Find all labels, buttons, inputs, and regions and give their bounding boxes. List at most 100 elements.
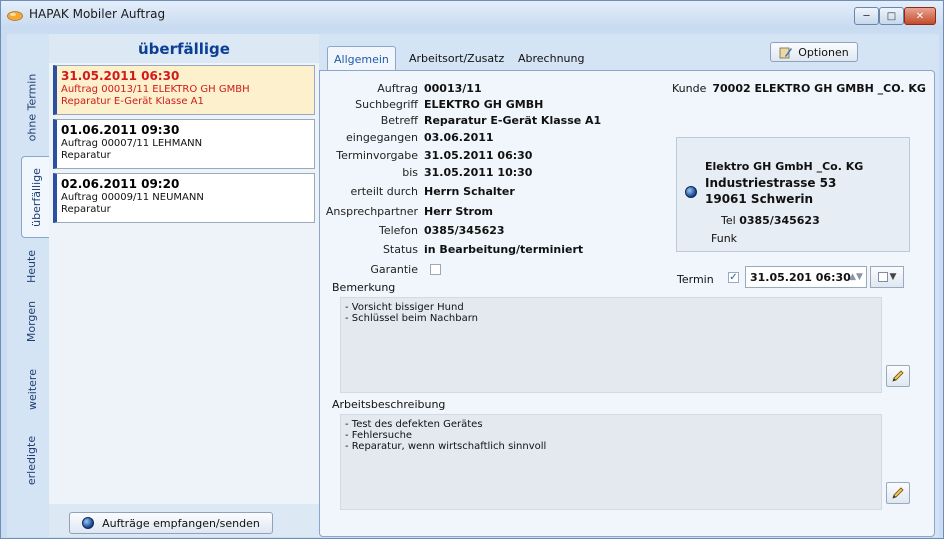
tel-value: 0385/345623 — [739, 214, 820, 227]
order-line: Auftrag 00007/11 LEHMANN — [61, 138, 203, 149]
order-datetime: 02.06.2011 09:20 — [61, 177, 180, 191]
field-status: Status in Bearbeitung/terminiert — [320, 243, 660, 259]
tab-label: Heute — [25, 249, 39, 283]
arbeitsbeschreibung-memo[interactable]: - Test des defekten Gerätes - Fehlersuch… — [340, 414, 882, 510]
maximize-button[interactable]: □ — [879, 7, 904, 25]
order-datetime: 31.05.2011 06:30 — [61, 69, 180, 83]
title-bar[interactable]: HAPAK Mobiler Auftrag ─ □ ✕ — [1, 1, 943, 29]
field-value: ELEKTRO GH GMBH — [424, 98, 544, 111]
field-label: Garantie — [370, 263, 418, 276]
edit-bemerkung-button[interactable] — [886, 365, 910, 387]
tab-content-allgemein: Auftrag 00013/11 Suchbegriff ELEKTRO GH … — [319, 70, 935, 537]
app-logo-icon — [7, 11, 23, 21]
bemerkung-label: Bemerkung — [332, 281, 396, 294]
customer-line: Kunde 70002 ELEKTRO GH GMBH _CO. KG — [672, 82, 926, 95]
field-label: Terminvorgabe — [336, 149, 418, 162]
field-suchbegriff: Suchbegriff ELEKTRO GH GMBH — [320, 98, 660, 114]
customer-address-box: Elektro GH GmbH _Co. KG Industriestrasse… — [676, 137, 910, 252]
close-button[interactable]: ✕ — [904, 7, 936, 25]
pencil-icon — [892, 370, 904, 382]
tab-heute[interactable]: Heute — [19, 246, 45, 286]
memo-line: - Reparatur, wenn wirtschaftlich sinnvol… — [345, 441, 547, 452]
order-item[interactable]: 01.06.2011 09:30 Auftrag 00007/11 LEHMAN… — [53, 119, 315, 169]
field-ansprechpartner: Ansprechpartner Herr Strom — [320, 205, 660, 221]
detail-panel: Allgemein Arbeitsort/Zusatz Abrechnung O… — [319, 34, 939, 537]
order-item[interactable]: 02.06.2011 09:20 Auftrag 00009/11 NEUMAN… — [53, 173, 315, 223]
tab-label: Abrechnung — [518, 52, 585, 65]
field-value: 0385/345623 — [424, 224, 505, 237]
tab-label: weitere — [25, 368, 39, 410]
field-terminvorgabe: Terminvorgabe 31.05.2011 06:30 — [320, 149, 660, 165]
field-label: bis — [402, 166, 418, 179]
field-erteilt-durch: erteilt durch Herrn Schalter — [320, 185, 660, 201]
termin-checkbox[interactable]: ✓ — [728, 272, 739, 283]
tab-arbeitsort-zusatz[interactable]: Arbeitsort/Zusatz — [403, 46, 510, 70]
tab-erledigte[interactable]: erledigte — [19, 430, 45, 490]
field-label: Ansprechpartner — [325, 205, 418, 218]
minimize-icon: ─ — [863, 10, 870, 22]
chevron-down-icon: ▼ — [889, 272, 897, 282]
bemerkung-memo[interactable]: - Vorsicht bissiger Hund - Schlüssel bei… — [340, 297, 882, 393]
tab-label: Allgemein — [334, 53, 389, 66]
close-icon: ✕ — [915, 10, 925, 22]
field-label: Suchbegriff — [355, 98, 418, 111]
tab-ohne-termin[interactable]: ohne Termin — [19, 72, 45, 142]
customer-city: 19061 Schwerin — [705, 192, 814, 206]
tab-weitere[interactable]: weitere — [19, 364, 45, 414]
app-window: HAPAK Mobiler Auftrag ─ □ ✕ ohne Termin … — [0, 0, 944, 539]
options-button[interactable]: Optionen — [770, 42, 858, 62]
tab-label: Morgen — [25, 300, 39, 342]
options-label: Optionen — [798, 45, 849, 59]
options-icon — [779, 47, 793, 58]
field-label: Auftrag — [377, 82, 418, 95]
list-heading: überfällige — [138, 40, 230, 58]
customer-value: 70002 ELEKTRO GH GMBH _CO. KG — [712, 82, 926, 95]
customer-street: Industriestrasse 53 — [705, 176, 837, 190]
tab-ueberfaellige[interactable]: überfällige — [21, 156, 51, 238]
order-subject: Reparatur — [61, 204, 111, 215]
field-label: Betreff — [380, 114, 418, 127]
customer-label: Kunde — [672, 82, 707, 95]
edit-arbeitsbeschreibung-button[interactable] — [886, 482, 910, 504]
globe-icon — [82, 517, 95, 529]
spin-updown-icon[interactable]: ▲▼ — [849, 270, 863, 284]
customer-name: Elektro GH GmbH _Co. KG — [705, 160, 864, 173]
field-value: 00013/11 — [424, 82, 482, 95]
field-label: eingegangen — [346, 131, 418, 144]
field-betreff: Betreff Reparatur E-Gerät Klasse A1 — [320, 114, 660, 130]
field-garantie: Garantie — [320, 263, 660, 279]
tab-label: Arbeitsort/Zusatz — [409, 52, 505, 65]
calendar-icon — [877, 272, 888, 282]
memo-line: - Schlüssel beim Nachbarn — [345, 313, 479, 324]
maximize-icon: □ — [886, 10, 897, 22]
memo-line: - Fehlersuche — [345, 430, 413, 441]
order-item[interactable]: 31.05.2011 06:30 Auftrag 00013/11 ELEKTR… — [53, 65, 315, 115]
field-label: Status — [382, 243, 418, 256]
tab-label: überfällige — [30, 167, 43, 227]
field-value: in Bearbeitung/terminiert — [424, 243, 584, 256]
tel-label: Tel — [721, 214, 736, 227]
globe-icon[interactable] — [685, 186, 697, 198]
tab-abrechnung[interactable]: Abrechnung — [512, 46, 590, 70]
calendar-dropdown-button[interactable]: ▼ — [870, 266, 904, 288]
memo-line: - Test des defekten Gerätes — [345, 419, 483, 430]
tab-morgen[interactable]: Morgen — [19, 296, 45, 346]
tab-label: erledigte — [25, 435, 39, 485]
memo-line: - Vorsicht bissiger Hund — [345, 302, 464, 313]
customer-tel: Tel 0385/345623 — [721, 214, 820, 227]
garantie-checkbox[interactable] — [430, 264, 441, 275]
order-line: Auftrag 00009/11 NEUMANN — [61, 192, 204, 203]
field-telefon: Telefon 0385/345623 — [320, 224, 660, 240]
send-receive-button[interactable]: Aufträge empfangen/senden — [69, 512, 273, 534]
checkmark-icon: ✓ — [729, 272, 738, 283]
order-subject: Reparatur — [61, 150, 111, 161]
order-line: Auftrag 00013/11 ELEKTRO GH GMBH — [61, 84, 250, 95]
field-value: Herr Strom — [424, 205, 493, 218]
arbeitsbeschreibung-label: Arbeitsbeschreibung — [332, 398, 446, 411]
window-title: HAPAK Mobiler Auftrag — [29, 7, 166, 21]
minimize-button[interactable]: ─ — [854, 7, 879, 25]
category-tabs: ohne Termin überfällige Heute Morgen wei… — [7, 34, 51, 537]
tab-allgemein[interactable]: Allgemein — [327, 46, 396, 70]
order-list[interactable]: 31.05.2011 06:30 Auftrag 00013/11 ELEKTR… — [49, 63, 319, 504]
field-value: 31.05.2011 10:30 — [424, 166, 533, 179]
